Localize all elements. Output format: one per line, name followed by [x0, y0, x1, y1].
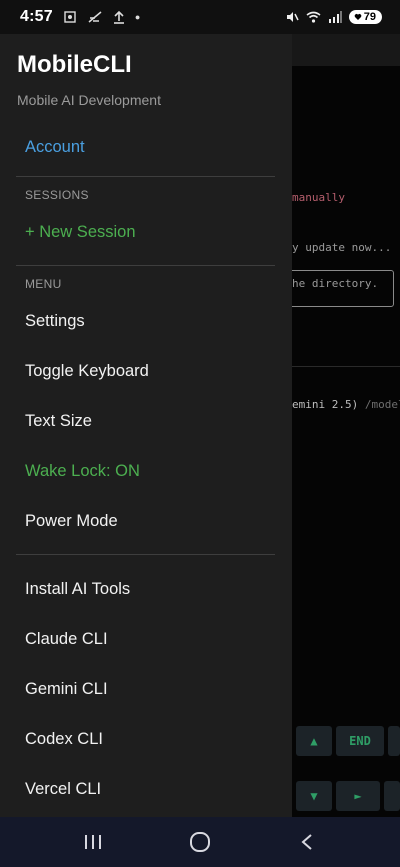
model-command: /model [364, 398, 400, 411]
sessions-header: SESSIONS [25, 188, 89, 202]
new-session-button[interactable]: + New Session [25, 223, 136, 242]
status-time: 4:57 [20, 8, 53, 25]
menu-item-text-size[interactable]: Text Size [25, 412, 92, 431]
extra-keys-row-1: ▲ END [292, 726, 400, 756]
extra-key[interactable] [388, 726, 400, 756]
terminal-divider [292, 366, 400, 367]
screenshot-icon [64, 11, 76, 23]
app-subtitle: Mobile AI Development [17, 92, 161, 108]
recents-icon [85, 835, 102, 849]
menu-item-install-ai-tools[interactable]: Install AI Tools [25, 580, 130, 599]
extra-keys-row-2: ▼ ► [292, 781, 400, 811]
status-bar: 4:57 ● 79 [0, 0, 400, 34]
menu-item-codex-cli[interactable]: Codex CLI [25, 730, 103, 749]
divider [16, 554, 275, 555]
menu-item-claude-cli[interactable]: Claude CLI [25, 630, 108, 649]
battery-indicator: 79 [348, 10, 382, 24]
model-name: emini 2.5) [292, 398, 359, 411]
extra-key[interactable] [384, 781, 400, 811]
system-nav-bar [0, 817, 400, 867]
menu-item-gemini-cli[interactable]: Gemini CLI [25, 680, 108, 699]
menu-item-vercel-cli[interactable]: Vercel CLI [25, 780, 101, 799]
account-link[interactable]: Account [25, 138, 85, 157]
cell-signal-icon [328, 11, 342, 23]
dot-icon: ● [134, 12, 141, 22]
back-icon [301, 834, 312, 850]
terminal-line: manually [292, 191, 345, 204]
home-icon [189, 832, 210, 852]
menu-item-wake-lock[interactable]: Wake Lock: ON [25, 462, 140, 481]
back-button[interactable] [277, 822, 337, 862]
menu-item-settings[interactable]: Settings [25, 312, 85, 331]
notification-icons: ● [63, 10, 140, 24]
mute-icon [286, 12, 299, 22]
arrow-up-key[interactable]: ▲ [296, 726, 332, 756]
terminal-model-line: emini 2.5) /model [292, 398, 400, 411]
home-button[interactable] [170, 822, 230, 862]
recents-button[interactable] [63, 822, 123, 862]
end-key[interactable]: END [336, 726, 384, 756]
arrow-down-key[interactable]: ▼ [296, 781, 332, 811]
upload-icon [113, 10, 124, 24]
menu-item-power-mode[interactable]: Power Mode [25, 512, 118, 531]
app-title: MobileCLI [17, 51, 132, 78]
battery-level: 79 [363, 11, 376, 23]
terminal-line: he directory. [292, 277, 379, 290]
divider [16, 176, 275, 177]
terminal-line: y update now... [292, 241, 392, 254]
wifi-icon [306, 11, 321, 23]
divider [16, 265, 275, 266]
menu-header: MENU [25, 277, 62, 291]
heart-icon [354, 13, 362, 20]
navigation-drawer: MobileCLI Mobile AI Development Account … [0, 34, 292, 817]
arrow-right-key[interactable]: ► [336, 781, 380, 811]
menu-item-toggle-keyboard[interactable]: Toggle Keyboard [25, 362, 149, 381]
status-right: 79 [285, 10, 382, 24]
signal-off-icon [88, 11, 102, 23]
